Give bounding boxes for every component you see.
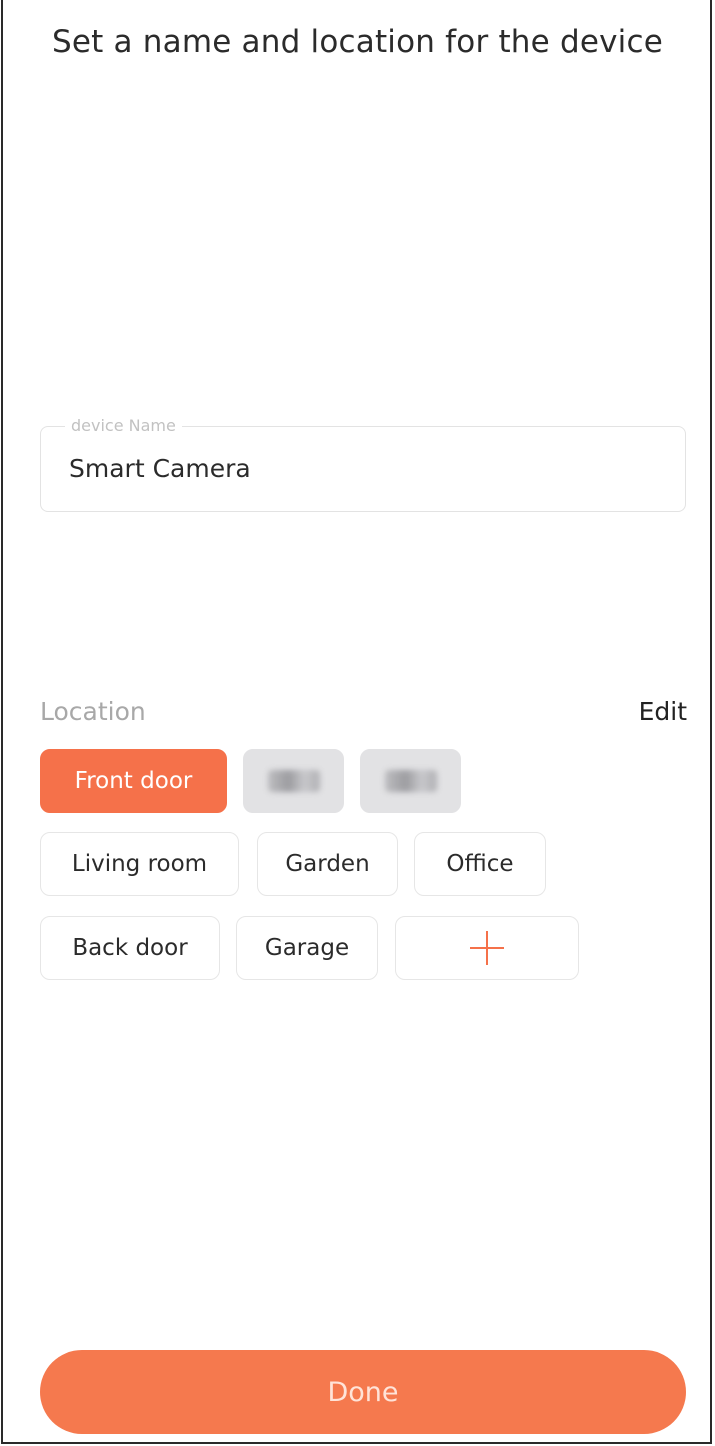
device-name-value[interactable]: Smart Camera bbox=[69, 453, 251, 485]
redacted-block bbox=[267, 770, 320, 792]
location-chip-living-room[interactable]: Living room bbox=[40, 832, 239, 896]
location-chip-office[interactable]: Office bbox=[414, 832, 546, 896]
done-button[interactable]: Done bbox=[40, 1350, 686, 1434]
location-chip-label: Garage bbox=[264, 935, 350, 961]
location-chip-front-door[interactable]: Front door bbox=[40, 749, 227, 813]
location-chip-garage[interactable]: Garage bbox=[236, 916, 378, 980]
location-chip-redacted[interactable] bbox=[360, 749, 461, 813]
location-chip-back-door[interactable]: Back door bbox=[40, 916, 220, 980]
add-location-button[interactable] bbox=[395, 916, 579, 980]
edit-location-button[interactable]: Edit bbox=[639, 696, 687, 728]
location-label: Location bbox=[40, 697, 146, 726]
redacted-block bbox=[384, 770, 437, 792]
location-chip-label: Living room bbox=[71, 851, 208, 877]
location-chip-redacted[interactable] bbox=[243, 749, 344, 813]
location-chip-label: Garden bbox=[285, 851, 370, 877]
device-name-field[interactable]: device Name Smart Camera bbox=[40, 416, 686, 512]
page-title: Set a name and location for the device bbox=[51, 24, 664, 60]
location-chip-garden[interactable]: Garden bbox=[257, 832, 398, 896]
location-chip-label: Front door bbox=[74, 768, 193, 794]
location-chip-label: Back door bbox=[72, 935, 188, 961]
location-chip-label: Office bbox=[446, 851, 514, 877]
device-name-label: device Name bbox=[65, 416, 182, 436]
plus-icon bbox=[470, 931, 504, 965]
